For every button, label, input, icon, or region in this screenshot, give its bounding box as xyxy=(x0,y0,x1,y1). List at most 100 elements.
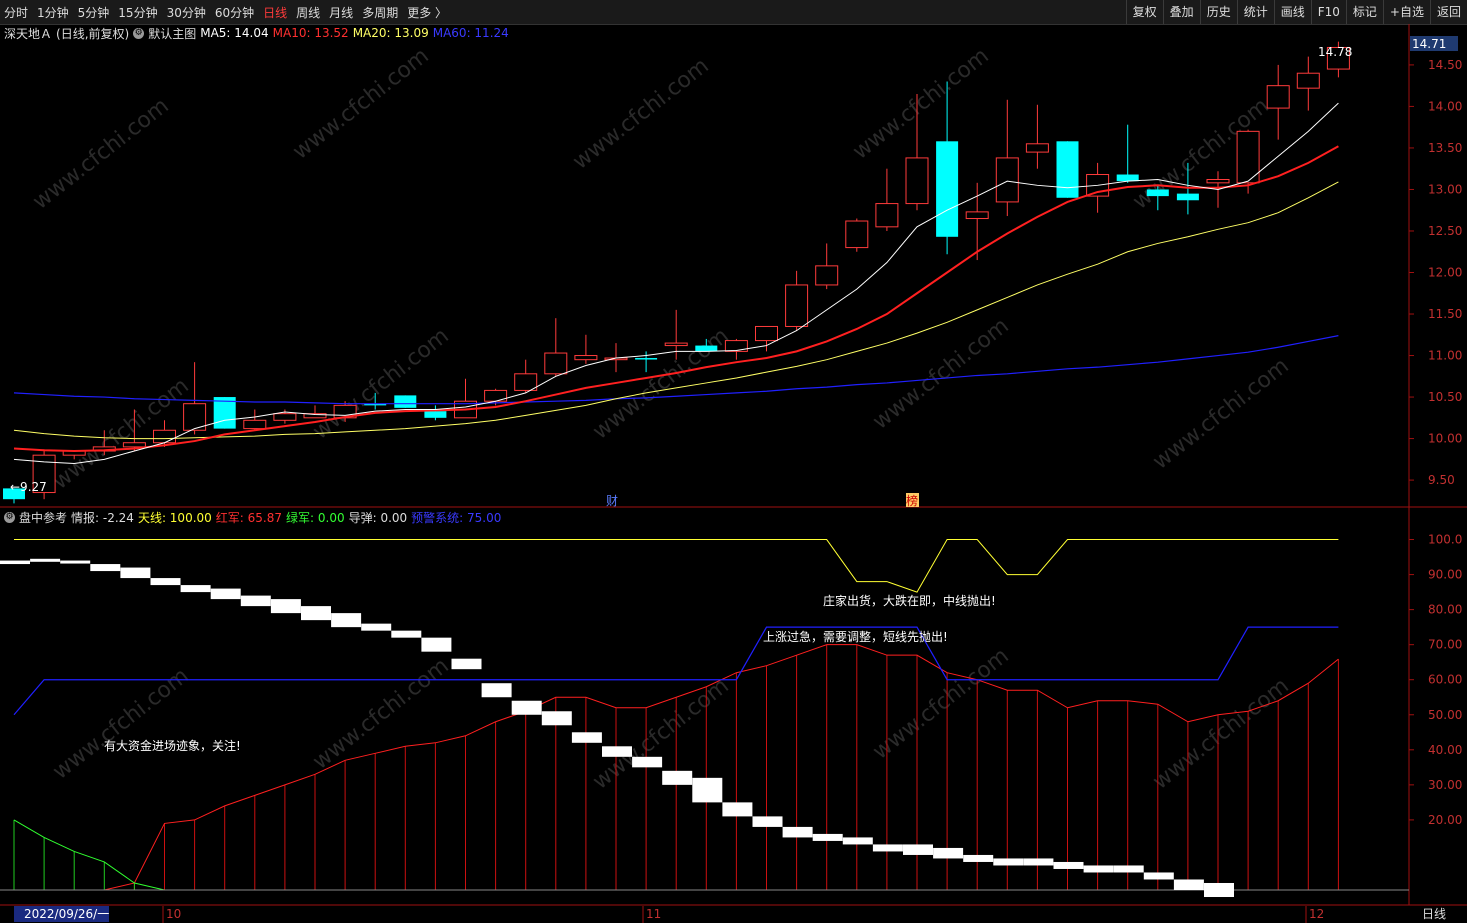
ind-tick-label: 30.00 xyxy=(1428,778,1462,792)
low-price-label: ←9.27 xyxy=(10,480,47,494)
event-bang-marker: 榜 xyxy=(906,493,918,508)
price-tick-label: 13.00 xyxy=(1428,182,1462,196)
qingbao-bar xyxy=(90,564,121,572)
ma5-line xyxy=(13,102,1339,464)
price-tick-label: 10.00 xyxy=(1428,432,1462,446)
qingbao-bar xyxy=(602,746,632,757)
qingbao-bar xyxy=(421,637,452,652)
candle-body-up xyxy=(755,325,778,342)
qingbao-bar xyxy=(180,585,211,593)
current-price-label: 14.71 xyxy=(1412,37,1446,51)
candle-body-up xyxy=(905,157,929,205)
watermark: www.cfchi.com xyxy=(568,53,713,174)
qingbao-bar xyxy=(752,816,783,827)
price-tick-label: 12.00 xyxy=(1428,266,1462,280)
candle-body-up xyxy=(1025,143,1049,153)
candle-body-up xyxy=(273,413,297,421)
tianxian-line xyxy=(14,539,1339,593)
qingbao-bar xyxy=(963,854,994,862)
qingbao-bar xyxy=(240,595,271,607)
candle-body-up xyxy=(664,342,688,347)
kline-chart[interactable]: www.cfchi.com www.cfchi.com www.cfchi.com w… xyxy=(0,0,1467,923)
qingbao-bar xyxy=(0,560,30,565)
ind-tick-label: 60.00 xyxy=(1428,673,1462,687)
watermark: www.cfchi.com xyxy=(1148,353,1293,474)
qingbao-bar xyxy=(1083,865,1114,873)
qingbao-bar xyxy=(872,844,903,852)
candle-body-up xyxy=(845,220,869,249)
candle-body-up xyxy=(243,419,267,430)
indicator-note: 上涨过急，需要调整，短线先抛出! xyxy=(763,629,948,644)
watermark: www.cfchi.com xyxy=(1148,673,1293,794)
qingbao-bar xyxy=(571,732,602,743)
candle-body-up xyxy=(815,265,839,286)
candle-body-up xyxy=(1206,179,1230,184)
qingbao-bar xyxy=(812,833,843,841)
candle-body-up xyxy=(1266,85,1290,109)
qingbao-bar xyxy=(451,658,482,670)
qingbao-bar xyxy=(481,683,512,698)
qingbao-bar xyxy=(150,578,181,586)
price-tick-label: 11.50 xyxy=(1428,307,1462,321)
candle-body-down xyxy=(1116,174,1139,182)
candle-body-down xyxy=(394,395,417,408)
candle-body-down xyxy=(695,345,718,352)
candle-body-up xyxy=(514,373,538,391)
qingbao-bar xyxy=(782,826,813,838)
qingbao-bar xyxy=(1173,879,1204,890)
ind-tick-label: 50.00 xyxy=(1428,708,1462,722)
qingbao-bar xyxy=(30,558,61,562)
watermark: www.cfchi.com xyxy=(288,43,433,164)
price-tick-label: 9.50 xyxy=(1428,473,1455,487)
qingbao-bar xyxy=(541,711,572,726)
qingbao-bar xyxy=(842,837,873,845)
candle-body-down xyxy=(1146,189,1169,197)
watermark: www.cfchi.com xyxy=(848,43,993,164)
price-tick-label: 13.50 xyxy=(1428,141,1462,155)
indicator-note: 庄家出货，大跌在即，中线抛出! xyxy=(823,593,996,608)
ind-tick-label: 70.00 xyxy=(1428,638,1462,652)
qingbao-bar xyxy=(361,623,392,631)
price-tick-label: 12.50 xyxy=(1428,224,1462,238)
watermark: www.cfchi.com xyxy=(588,673,733,794)
qingbao-bar xyxy=(662,770,693,785)
high-price-label: 14.78 xyxy=(1318,45,1352,59)
candle-body-up xyxy=(1296,72,1320,89)
ind-tick-label: 40.00 xyxy=(1428,743,1462,757)
month-label: 12 xyxy=(1309,907,1324,921)
qingbao-bar xyxy=(331,613,362,628)
date-cursor-label: 2022/09/26/一 xyxy=(24,907,109,921)
period-label: 日线 xyxy=(1422,907,1446,921)
price-tick-label: 11.00 xyxy=(1428,349,1462,363)
candle-body-up xyxy=(875,203,899,228)
indicator-note: 有大资金进场迹象，关注! xyxy=(104,738,241,753)
candle-body-up xyxy=(995,157,1019,203)
price-tick-label: 14.50 xyxy=(1428,58,1462,72)
qingbao-bar xyxy=(722,802,753,817)
qingbao-bar xyxy=(1023,858,1054,866)
qingbao-bar xyxy=(511,700,542,715)
candle-body-down xyxy=(1056,141,1079,198)
qingbao-bar xyxy=(120,567,151,579)
qingbao-bar xyxy=(632,756,663,768)
qingbao-bar xyxy=(1143,872,1174,880)
qingbao-bar xyxy=(60,560,91,564)
candle-body-up xyxy=(965,211,989,220)
event-fin-marker: 财 xyxy=(606,494,618,508)
candle-body-down xyxy=(936,141,959,237)
qingbao-bar xyxy=(933,847,964,859)
qingbao-bar xyxy=(1204,882,1234,898)
ind-tick-label: 80.00 xyxy=(1428,603,1462,617)
qingbao-bar xyxy=(270,599,301,614)
candle-body-up xyxy=(122,442,146,448)
watermark: www.cfchi.com xyxy=(48,663,193,784)
candle-body-up xyxy=(785,284,809,327)
qingbao-bar xyxy=(993,858,1024,866)
candle-body-up xyxy=(544,352,568,375)
ind-tick-label: 20.00 xyxy=(1428,813,1462,827)
qingbao-bar xyxy=(210,588,241,600)
qingbao-bar xyxy=(301,606,331,621)
lvjun-line xyxy=(13,819,165,891)
candle-body-down xyxy=(424,411,447,418)
price-tick-label: 14.00 xyxy=(1428,99,1462,113)
